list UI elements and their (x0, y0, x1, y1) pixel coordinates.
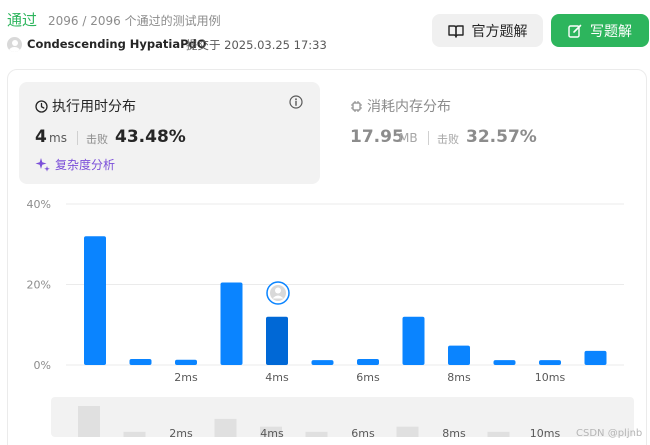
chart-bar[interactable] (584, 350, 607, 365)
chart-bar[interactable] (175, 359, 197, 365)
navigator-tick-label: 8ms (442, 427, 466, 440)
navigator-bar (78, 406, 100, 437)
y-tick-label: 0% (34, 359, 51, 372)
chart-bar[interactable] (220, 282, 243, 365)
chart-y-axis: 40% 20% 0% (27, 198, 51, 372)
navigator-bar (214, 418, 237, 437)
x-tick-label: 8ms (447, 371, 471, 384)
y-tick-label: 20% (27, 279, 51, 292)
navigator-bar (123, 431, 146, 437)
chart-bar[interactable] (539, 360, 561, 365)
chart-bars (84, 236, 607, 365)
navigator-bar (487, 431, 510, 437)
x-tick-label: 6ms (356, 371, 380, 384)
x-tick-label: 10ms (535, 371, 566, 384)
chart-x-axis: 2ms 4ms 6ms 8ms 10ms (174, 371, 565, 384)
navigator-bar (396, 426, 419, 437)
x-tick-label: 2ms (174, 371, 198, 384)
navigator-bar (305, 431, 328, 437)
chart-bar[interactable] (493, 360, 516, 365)
chart-bar[interactable] (448, 345, 470, 365)
chart-bar[interactable] (129, 358, 152, 365)
chart-bar-current[interactable] (266, 316, 288, 365)
runtime-distribution-chart: 40% 20% 0% 2ms 4ms 6ms 8ms 10ms 2ms 4ms 6ms 8ms 10… (27, 198, 634, 440)
navigator-tick-label: 2ms (169, 427, 193, 440)
chart-bar[interactable] (311, 360, 334, 365)
x-tick-label: 4ms (265, 371, 289, 384)
navigator-tick-label: 6ms (351, 427, 375, 440)
chart-bar[interactable] (402, 316, 425, 365)
navigator-tick-label: 10ms (530, 427, 561, 440)
chart-bar[interactable] (357, 358, 379, 365)
watermark: CSDN @pljnb (576, 428, 643, 439)
chart-bar[interactable] (84, 236, 106, 365)
current-marker-avatar[interactable] (266, 281, 290, 305)
y-tick-label: 40% (27, 198, 51, 211)
navigator-tick-label: 4ms (260, 427, 284, 440)
chart-gridlines (66, 203, 624, 366)
